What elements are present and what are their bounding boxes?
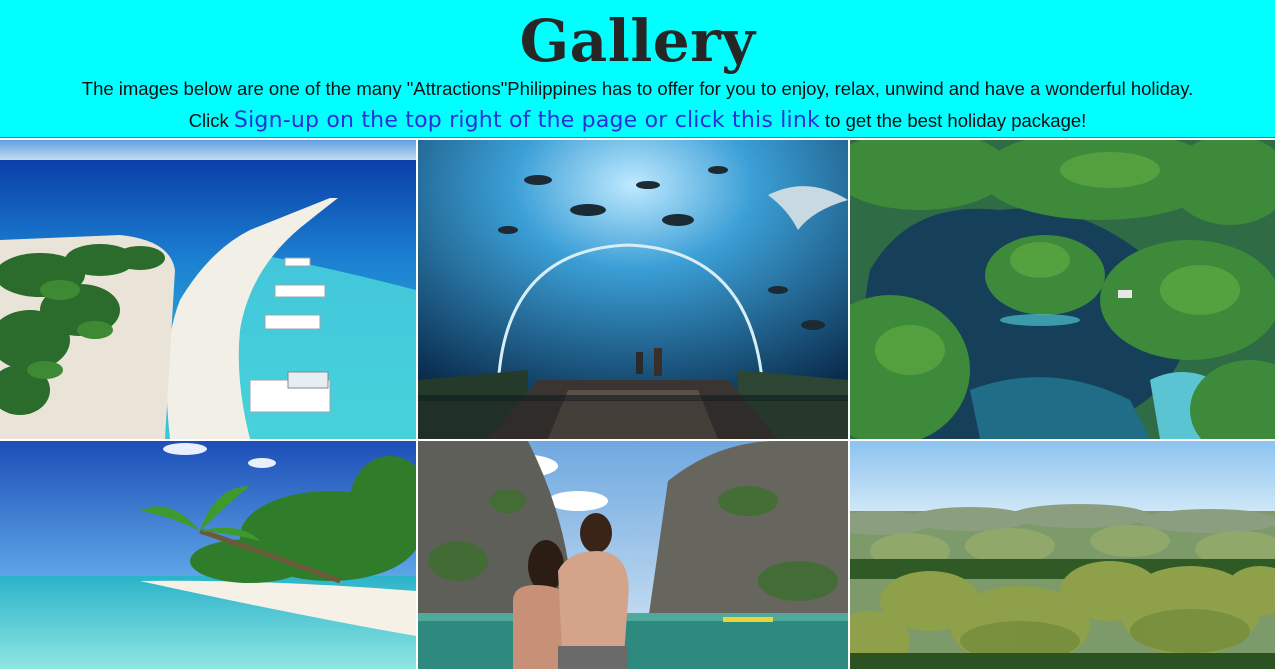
image-gallery xyxy=(0,138,1275,669)
lagoon-islands-aerial-photo[interactable] xyxy=(850,140,1275,439)
palm-tree-beach-photo[interactable] xyxy=(0,441,416,669)
page-title: Gallery xyxy=(519,7,756,75)
signup-link[interactable]: Sign-up on the top right of the page or … xyxy=(234,108,820,133)
cta-prefix: Click xyxy=(188,110,234,131)
white-sand-beach-sandbar-photo[interactable] xyxy=(0,140,416,439)
cta-suffix: to get the best holiday package! xyxy=(819,110,1087,131)
couple-limestone-cliffs-photo[interactable] xyxy=(418,441,848,669)
oceanarium-tunnel-photo[interactable] xyxy=(418,140,848,439)
signup-callout: Click Sign-up on the top right of the pa… xyxy=(0,104,1275,138)
page-header: Gallery The images below are one of the … xyxy=(0,0,1275,137)
gallery-description: The images below are one of the many "At… xyxy=(81,78,1194,99)
chocolate-hills-photo[interactable] xyxy=(850,441,1275,669)
